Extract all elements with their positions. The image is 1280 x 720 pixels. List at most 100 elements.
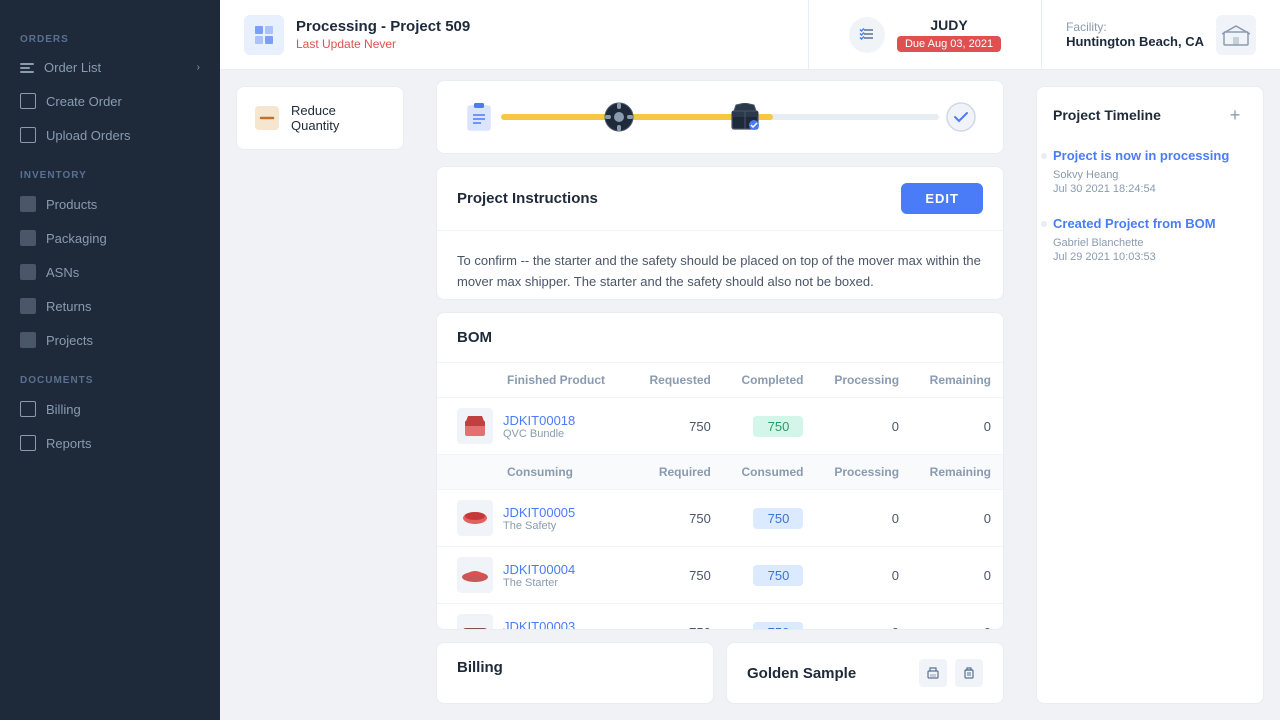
consuming-product-cell-3: JDKIT00003 The Mover Max	[437, 604, 631, 630]
sidebar-item-label: Projects	[46, 333, 93, 348]
consuming-product-cell-1: JDKIT00005 The Safety	[437, 490, 631, 547]
reports-icon	[20, 435, 36, 451]
project-subtitle: Last Update Never	[296, 37, 470, 51]
billing-title: Billing	[457, 659, 503, 676]
consuming-info-2: JDKIT00004 The Starter	[503, 562, 575, 589]
bottom-row: Billing Golden Sample	[436, 642, 1004, 704]
sub-remaining-col-label: Remaining	[911, 455, 1003, 490]
header-facility: Facility: Huntington Beach, CA	[1042, 0, 1280, 69]
sidebar-item-label: Upload Orders	[46, 128, 131, 143]
remaining-1: 0	[911, 490, 1003, 547]
billing-card: Billing	[436, 642, 714, 704]
consuming-sku-1[interactable]: JDKIT00005	[503, 505, 575, 520]
golden-sample-header: Golden Sample	[747, 659, 983, 687]
completed-cell: 750	[723, 398, 816, 455]
add-timeline-event-button[interactable]: +	[1223, 103, 1247, 127]
inventory-section-label: INVENTORY	[0, 152, 220, 187]
sidebar-item-upload-orders[interactable]: Upload Orders	[0, 118, 220, 152]
event-1-title: Project is now in processing	[1053, 147, 1247, 165]
product-sku[interactable]: JDKIT00018	[503, 413, 575, 428]
sidebar-item-packaging[interactable]: Packaging	[0, 221, 220, 255]
documents-section-label: DOCUMENTS	[0, 357, 220, 392]
right-panel: Project Timeline + Project is now in pro…	[1020, 70, 1280, 720]
required-2: 750	[631, 547, 723, 604]
requested-cell: 750	[631, 398, 723, 455]
orders-section-label: ORDERS	[0, 16, 220, 51]
billing-header: Billing	[457, 659, 693, 676]
warehouse-icon	[1216, 15, 1256, 55]
col-finished-product: Finished Product	[437, 363, 631, 398]
consuming-thumb-1	[457, 500, 493, 536]
product-thumbnail	[457, 408, 493, 444]
sidebar-item-asns[interactable]: ASNs	[0, 255, 220, 289]
reduce-quantity-icon	[253, 104, 281, 132]
products-icon	[20, 196, 36, 212]
sidebar-item-label: Create Order	[46, 94, 122, 109]
col-requested: Requested	[631, 363, 723, 398]
bom-table: Finished Product Requested Completed Pro…	[437, 363, 1003, 630]
billing-icon	[20, 401, 36, 417]
print-button[interactable]	[919, 659, 947, 687]
timeline-event-1: Project is now in processing Sokvy Heang…	[1053, 147, 1247, 195]
reduce-quantity-card[interactable]: Reduce Quantity	[236, 86, 404, 150]
timeline-card: Project Timeline + Project is now in pro…	[1036, 86, 1264, 704]
facility-text: Facility: Huntington Beach, CA	[1066, 20, 1204, 49]
consuming-row-3: JDKIT00003 The Mover Max 750 750 0 0	[437, 604, 1003, 630]
col-completed: Completed	[723, 363, 816, 398]
left-panel: Reduce Quantity	[220, 70, 420, 720]
sidebar-item-products[interactable]: Products	[0, 187, 220, 221]
consuming-info-3: JDKIT00003 The Mover Max	[503, 619, 579, 630]
col-processing: Processing	[815, 363, 911, 398]
remaining-cell: 0	[911, 398, 1003, 455]
required-col-label: Required	[631, 455, 723, 490]
returns-icon	[20, 298, 36, 314]
processing-2: 0	[815, 547, 911, 604]
sidebar-item-billing[interactable]: Billing	[0, 392, 220, 426]
consuming-header-row: Consuming Required Consumed Processing	[437, 455, 1003, 490]
checklist-icon	[849, 17, 885, 53]
remaining-3: 0	[911, 604, 1003, 630]
progress-section	[436, 80, 1004, 154]
content-area: Reduce Quantity	[220, 70, 1280, 720]
event-2-title: Created Project from BOM	[1053, 215, 1247, 233]
processing-cell: 0	[815, 398, 911, 455]
sidebar-item-projects[interactable]: Projects	[0, 323, 220, 357]
sidebar-item-reports[interactable]: Reports	[0, 426, 220, 460]
project-title: Processing - Project 509	[296, 18, 470, 35]
sub-processing-col-label: Processing	[815, 455, 911, 490]
consuming-info-1: JDKIT00005 The Safety	[503, 505, 575, 532]
project-icon	[244, 15, 284, 55]
bom-header: BOM	[437, 313, 1003, 363]
instructions-body: To confirm -- the starter and the safety…	[437, 231, 1003, 300]
chevron-right-icon: ›	[197, 62, 200, 73]
consuming-product-cell-2: JDKIT00004 The Starter	[437, 547, 631, 604]
event-2-author: Gabriel Blanchette	[1053, 237, 1247, 249]
reduce-quantity-label: Reduce Quantity	[291, 103, 387, 133]
consumed-1: 750	[723, 490, 816, 547]
main-area: Processing - Project 509 Last Update Nev…	[220, 0, 1280, 720]
list-icon	[20, 63, 34, 73]
header-project-info: Processing - Project 509 Last Update Nev…	[220, 0, 809, 69]
top-header: Processing - Project 509 Last Update Nev…	[220, 0, 1280, 70]
required-3: 750	[631, 604, 723, 630]
sidebar-item-label: Reports	[46, 436, 92, 451]
progress-steps	[461, 99, 979, 135]
timeline-events: Project is now in processing Sokvy Heang…	[1053, 147, 1247, 263]
header-judy: JUDY Due Aug 03, 2021	[809, 0, 1042, 69]
consumed-2: 750	[723, 547, 816, 604]
consuming-sku-3[interactable]: JDKIT00003	[503, 619, 579, 630]
progress-bar-wrapper	[461, 97, 979, 137]
timeline-event-2: Created Project from BOM Gabriel Blanche…	[1053, 215, 1247, 263]
instructions-card: Project Instructions EDIT To confirm -- …	[436, 166, 1004, 300]
sidebar-item-create-order[interactable]: Create Order	[0, 84, 220, 118]
sidebar-item-returns[interactable]: Returns	[0, 289, 220, 323]
consumed-3: 750	[723, 604, 816, 630]
edit-button[interactable]: EDIT	[901, 183, 983, 214]
packaging-icon	[20, 230, 36, 246]
consuming-sku-2[interactable]: JDKIT00004	[503, 562, 575, 577]
sidebar-item-order-list[interactable]: Order List ›	[0, 51, 220, 84]
sidebar-item-label: Order List	[44, 60, 101, 75]
event-1-author: Sokvy Heang	[1053, 169, 1247, 181]
delete-button[interactable]	[955, 659, 983, 687]
sidebar: ORDERS Order List › Create Order Upload …	[0, 0, 220, 720]
